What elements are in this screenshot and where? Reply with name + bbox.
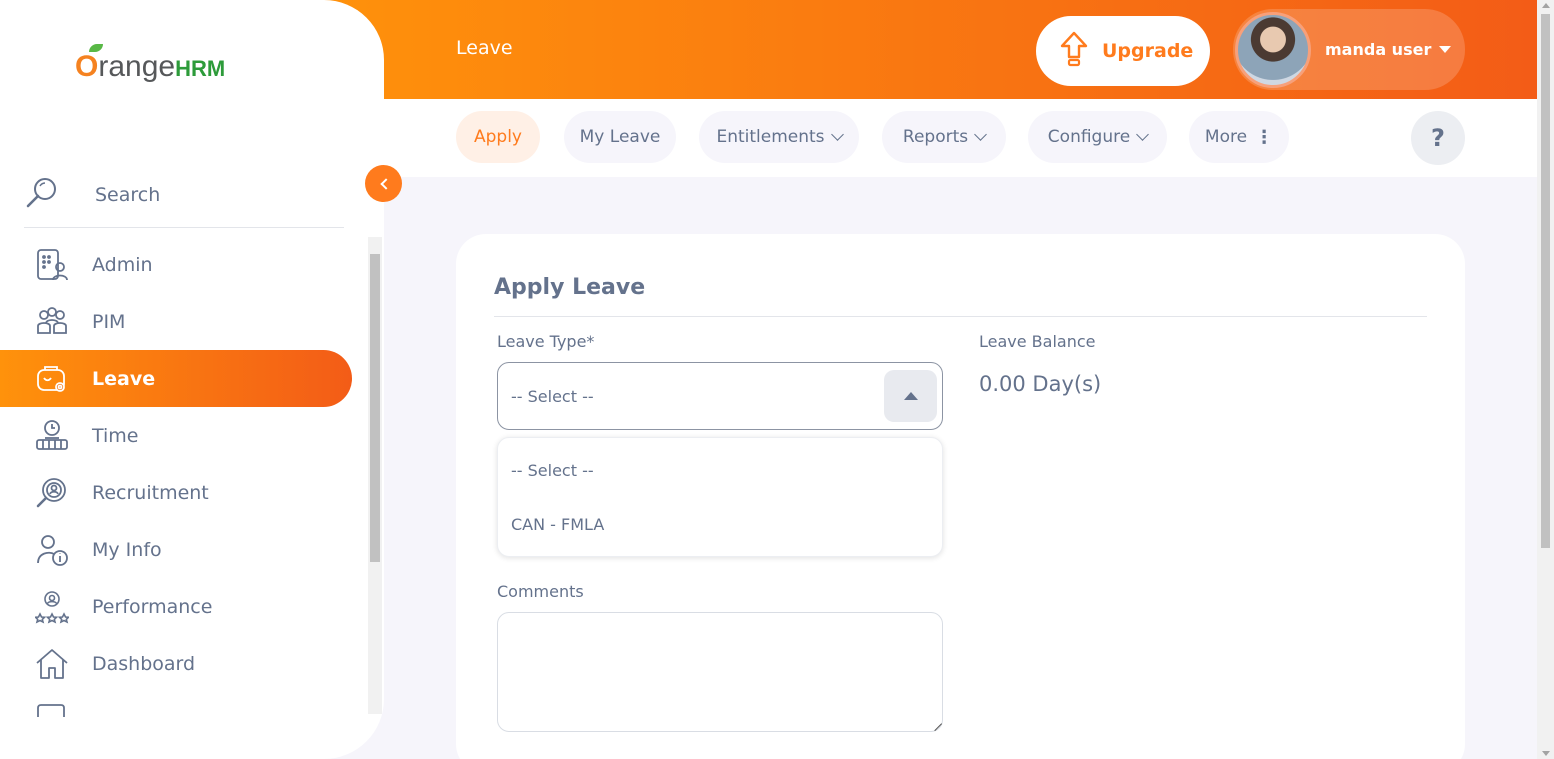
- sidebar-item-label: Admin: [92, 253, 153, 276]
- tab-more[interactable]: More ⋮: [1189, 111, 1289, 163]
- select-toggle-button[interactable]: [884, 370, 937, 422]
- comments-label: Comments: [497, 582, 584, 601]
- tab-label: Entitlements: [716, 127, 825, 147]
- sidebar-item-label: Dashboard: [92, 652, 196, 675]
- dropdown-option-select[interactable]: -- Select --: [511, 461, 594, 480]
- tab-my-leave[interactable]: My Leave: [564, 111, 676, 163]
- card-title: Apply Leave: [494, 275, 646, 300]
- tab-apply[interactable]: Apply: [456, 111, 540, 163]
- sidebar-item-label: Time: [92, 424, 139, 447]
- sidebar-item-label: Leave: [92, 367, 156, 390]
- sidebar-search[interactable]: Search: [24, 163, 344, 228]
- user-menu[interactable]: manda user: [1233, 9, 1465, 90]
- sidebar-scrollbar[interactable]: [368, 237, 382, 714]
- search-label: Search: [95, 184, 161, 206]
- caret-up-icon: [903, 392, 918, 400]
- sidebar-item-time[interactable]: Time: [0, 407, 352, 464]
- kebab-icon: ⋮: [1255, 126, 1274, 148]
- chevron-down-icon: [974, 128, 987, 141]
- leave-type-select[interactable]: -- Select --: [497, 362, 943, 430]
- chevron-down-icon: [830, 128, 844, 141]
- tab-configure[interactable]: Configure: [1028, 111, 1167, 163]
- leave-icon: [34, 361, 70, 397]
- help-button[interactable]: ?: [1411, 111, 1465, 165]
- time-icon: [34, 418, 70, 454]
- apply-leave-card: Apply Leave Leave Type* -- Select -- -- …: [456, 234, 1465, 759]
- sidebar-item-label: PIM: [92, 310, 126, 333]
- performance-icon: [34, 589, 70, 625]
- pim-icon: [34, 304, 70, 340]
- upgrade-label: Upgrade: [1102, 40, 1194, 62]
- scroll-down-icon[interactable]: [1542, 751, 1550, 756]
- orangehrm-logo: OrangeHRM: [75, 44, 226, 84]
- tab-label: Reports: [902, 127, 969, 147]
- sidebar-scrollbar-thumb[interactable]: [370, 254, 380, 562]
- dropdown-option-can-fmla[interactable]: CAN - FMLA: [511, 515, 604, 534]
- leave-type-label: Leave Type*: [497, 332, 595, 351]
- leave-type-value: -- Select --: [511, 386, 594, 406]
- caret-down-icon: [1439, 46, 1452, 53]
- tab-entitlements[interactable]: Entitlements: [699, 111, 859, 163]
- leave-balance-value: 0.00 Day(s): [979, 372, 1102, 396]
- avatar: [1235, 11, 1311, 88]
- sidebar-item-performance[interactable]: Performance: [0, 578, 352, 635]
- upgrade-arrow-icon: [1060, 31, 1088, 72]
- sidebar-item-my-info[interactable]: My Info: [0, 521, 352, 578]
- sidebar-item-recruitment[interactable]: Recruitment: [0, 464, 352, 521]
- sidebar-item-admin[interactable]: Admin: [0, 236, 352, 293]
- my-info-icon: [34, 532, 70, 568]
- chevron-down-icon: [1136, 128, 1150, 141]
- logo-range: range: [98, 50, 176, 83]
- search-icon: [24, 175, 60, 215]
- logo-hrm: HRM: [175, 56, 226, 81]
- recruitment-icon: [34, 475, 70, 511]
- page-title: Leave: [456, 37, 513, 59]
- tab-reports[interactable]: Reports: [882, 111, 1006, 163]
- scroll-up-icon[interactable]: [1542, 3, 1550, 8]
- sidebar: OrangeHRM Search Admin PIM Leave Time Re…: [0, 0, 384, 759]
- page-scrollbar[interactable]: [1537, 0, 1554, 759]
- top-nav: Apply My Leave Entitlements Reports Conf…: [384, 99, 1537, 177]
- tab-label: My Leave: [579, 127, 661, 147]
- logo-o: O: [75, 50, 99, 83]
- leave-type-dropdown: -- Select -- CAN - FMLA: [497, 437, 943, 557]
- sidebar-item-label: Recruitment: [92, 481, 209, 504]
- sidebar-item-label: My Info: [92, 538, 162, 561]
- directory-icon: [34, 702, 68, 721]
- scrollbar-thumb[interactable]: [1541, 14, 1550, 548]
- home-icon: [34, 646, 70, 682]
- tab-label: More: [1204, 127, 1248, 147]
- user-name: manda user: [1325, 40, 1432, 59]
- resize-handle-icon[interactable]: [927, 716, 943, 732]
- sidebar-item-pim[interactable]: PIM: [0, 293, 352, 350]
- tab-label: Apply: [474, 127, 522, 147]
- comments-textarea[interactable]: [497, 612, 943, 732]
- tab-label: Configure: [1047, 127, 1131, 147]
- upgrade-button[interactable]: Upgrade: [1036, 16, 1210, 86]
- divider: [494, 316, 1427, 317]
- sidebar-item-dashboard[interactable]: Dashboard: [0, 635, 352, 692]
- admin-icon: [34, 247, 70, 283]
- sidebar-item-leave[interactable]: Leave: [0, 350, 352, 407]
- collapse-sidebar-button[interactable]: [365, 165, 402, 202]
- leave-balance-label: Leave Balance: [979, 332, 1096, 351]
- chevron-left-icon: [379, 177, 392, 190]
- sidebar-item-label: Performance: [92, 595, 213, 618]
